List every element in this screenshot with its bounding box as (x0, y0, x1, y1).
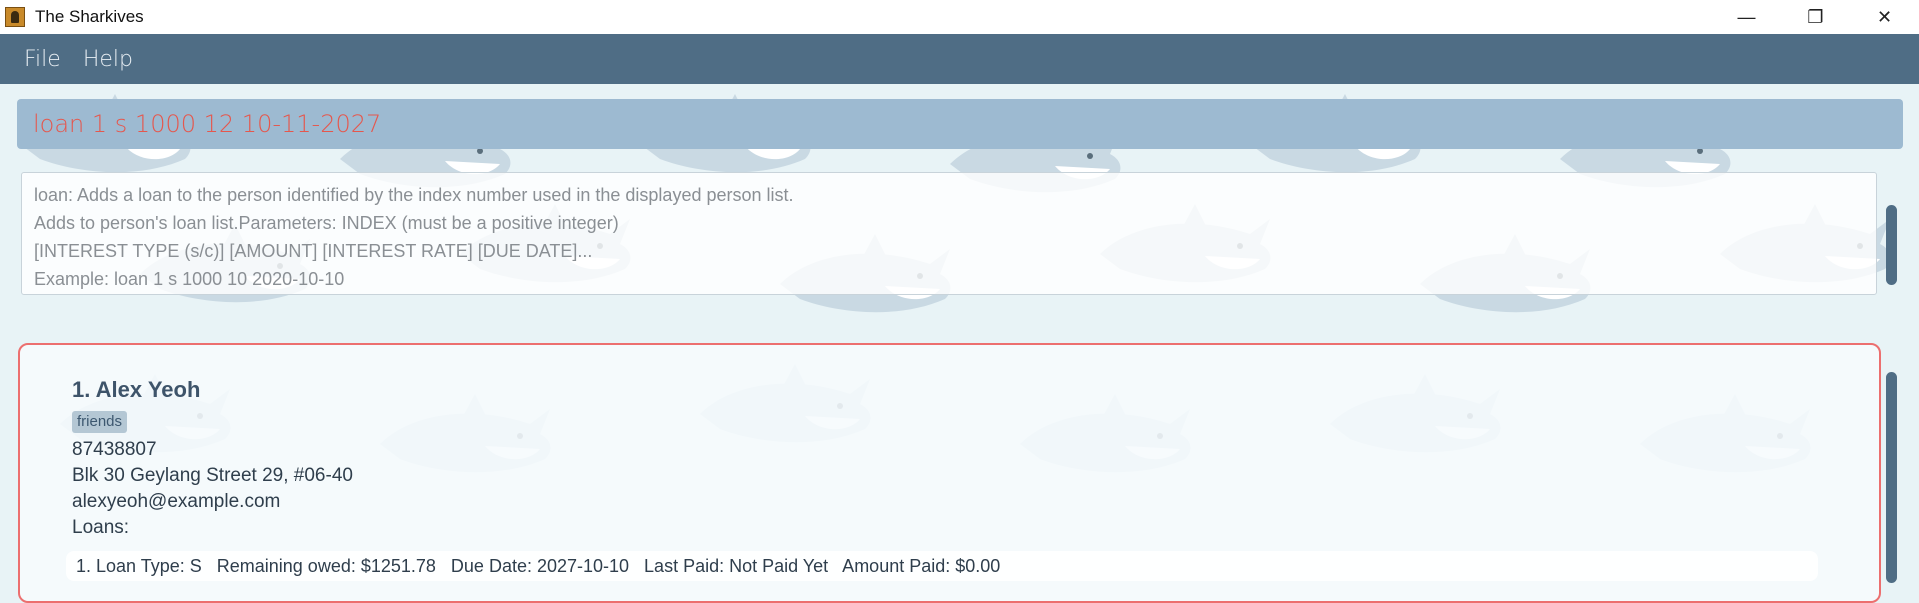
close-button[interactable]: ✕ (1850, 0, 1919, 34)
window-titlebar: The Sharkives — ❐ ✕ (0, 0, 1919, 34)
window-title: The Sharkives (35, 7, 144, 26)
command-input[interactable]: loan 1 s 1000 12 10-11-2027 (17, 99, 1903, 149)
person-name: 1. Alex Yeoh (72, 377, 201, 402)
loan-item: 1. Loan Type: S Remaining owed: $1251.78… (66, 551, 1818, 581)
result-display: loan: Adds a loan to the person identifi… (21, 172, 1877, 295)
app-icon (5, 7, 25, 27)
result-line: Example: loan 1 s 1000 10 2020-10-10 (34, 269, 345, 289)
window-controls: — ❐ ✕ (1712, 0, 1919, 34)
person-phone: 87438807 (72, 439, 157, 460)
menu-file[interactable]: File (24, 47, 61, 72)
person-address: Blk 30 Geylang Street 29, #06-40 (72, 465, 353, 486)
command-input-value: loan 1 s 1000 12 10-11-2027 (33, 110, 382, 138)
result-line: Adds to person's loan list.Parameters: I… (34, 213, 619, 233)
result-scrollbar[interactable] (1886, 205, 1897, 285)
menu-bar: File Help (0, 34, 1919, 84)
restore-button[interactable]: ❐ (1781, 0, 1850, 34)
person-email: alexyeoh@example.com (72, 491, 281, 512)
menu-help[interactable]: Help (83, 47, 133, 72)
person-card[interactable]: 1. Alex Yeoh friends 87438807 Blk 30 Gey… (18, 343, 1881, 603)
result-line: [INTEREST TYPE (s/c)] [AMOUNT] [INTEREST… (34, 241, 593, 261)
loans-label: Loans: (72, 517, 130, 538)
person-list-scrollbar[interactable] (1886, 372, 1897, 583)
result-line: loan: Adds a loan to the person identifi… (34, 185, 794, 205)
person-tag: friends (72, 411, 128, 433)
minimize-button[interactable]: — (1712, 0, 1781, 34)
